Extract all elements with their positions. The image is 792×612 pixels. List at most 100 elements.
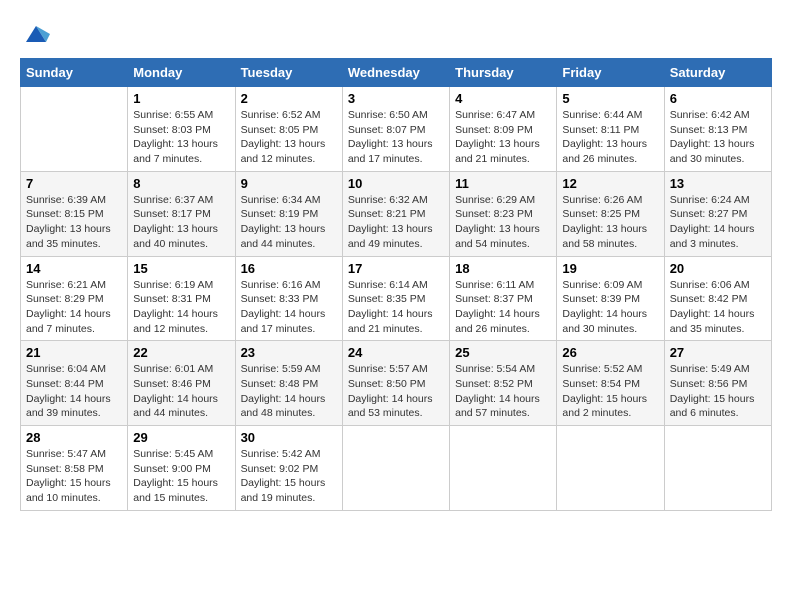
- calendar-cell: 13 Sunrise: 6:24 AM Sunset: 8:27 PM Dayli…: [664, 171, 771, 256]
- logo: [20, 20, 50, 48]
- day-info: Sunrise: 6:26 AM Sunset: 8:25 PM Dayligh…: [562, 193, 658, 252]
- calendar-cell: 8 Sunrise: 6:37 AM Sunset: 8:17 PM Daylig…: [128, 171, 235, 256]
- day-number: 13: [670, 176, 766, 191]
- weekday-header-monday: Monday: [128, 59, 235, 87]
- day-number: 30: [241, 430, 337, 445]
- day-number: 17: [348, 261, 444, 276]
- weekday-header-tuesday: Tuesday: [235, 59, 342, 87]
- day-number: 2: [241, 91, 337, 106]
- calendar-cell: 19 Sunrise: 6:09 AM Sunset: 8:39 PM Dayli…: [557, 256, 664, 341]
- day-info: Sunrise: 6:01 AM Sunset: 8:46 PM Dayligh…: [133, 362, 229, 421]
- day-info: Sunrise: 6:24 AM Sunset: 8:27 PM Dayligh…: [670, 193, 766, 252]
- day-number: 25: [455, 345, 551, 360]
- day-info: Sunrise: 6:21 AM Sunset: 8:29 PM Dayligh…: [26, 278, 122, 337]
- day-info: Sunrise: 6:39 AM Sunset: 8:15 PM Dayligh…: [26, 193, 122, 252]
- day-info: Sunrise: 6:47 AM Sunset: 8:09 PM Dayligh…: [455, 108, 551, 167]
- day-info: Sunrise: 6:52 AM Sunset: 8:05 PM Dayligh…: [241, 108, 337, 167]
- day-number: 22: [133, 345, 229, 360]
- calendar-cell: 20 Sunrise: 6:06 AM Sunset: 8:42 PM Dayli…: [664, 256, 771, 341]
- weekday-header-friday: Friday: [557, 59, 664, 87]
- day-info: Sunrise: 5:49 AM Sunset: 8:56 PM Dayligh…: [670, 362, 766, 421]
- day-number: 23: [241, 345, 337, 360]
- calendar-cell: 26 Sunrise: 5:52 AM Sunset: 8:54 PM Dayli…: [557, 341, 664, 426]
- weekday-header-sunday: Sunday: [21, 59, 128, 87]
- day-info: Sunrise: 6:37 AM Sunset: 8:17 PM Dayligh…: [133, 193, 229, 252]
- day-info: Sunrise: 6:55 AM Sunset: 8:03 PM Dayligh…: [133, 108, 229, 167]
- day-info: Sunrise: 6:04 AM Sunset: 8:44 PM Dayligh…: [26, 362, 122, 421]
- day-number: 10: [348, 176, 444, 191]
- calendar-cell: [21, 87, 128, 172]
- calendar-cell: 5 Sunrise: 6:44 AM Sunset: 8:11 PM Daylig…: [557, 87, 664, 172]
- day-number: 20: [670, 261, 766, 276]
- weekday-header-thursday: Thursday: [450, 59, 557, 87]
- day-number: 19: [562, 261, 658, 276]
- day-info: Sunrise: 6:09 AM Sunset: 8:39 PM Dayligh…: [562, 278, 658, 337]
- day-number: 8: [133, 176, 229, 191]
- day-number: 18: [455, 261, 551, 276]
- day-number: 16: [241, 261, 337, 276]
- calendar-cell: 16Sunrise: 6:16 AM Sunset: 8:33 PM Dayli…: [235, 256, 342, 341]
- day-number: 15: [133, 261, 229, 276]
- day-number: 27: [670, 345, 766, 360]
- day-info: Sunrise: 6:14 AM Sunset: 8:35 PM Dayligh…: [348, 278, 444, 337]
- day-info: Sunrise: 5:52 AM Sunset: 8:54 PM Dayligh…: [562, 362, 658, 421]
- calendar-cell: [342, 426, 449, 511]
- calendar-cell: 11 Sunrise: 6:29 AM Sunset: 8:23 PM Dayli…: [450, 171, 557, 256]
- weekday-header-wednesday: Wednesday: [342, 59, 449, 87]
- calendar-cell: 27 Sunrise: 5:49 AM Sunset: 8:56 PM Dayli…: [664, 341, 771, 426]
- calendar-cell: 9Sunrise: 6:34 AM Sunset: 8:19 PM Daylig…: [235, 171, 342, 256]
- day-number: 5: [562, 91, 658, 106]
- day-info: Sunrise: 5:54 AM Sunset: 8:52 PM Dayligh…: [455, 362, 551, 421]
- calendar-cell: 15 Sunrise: 6:19 AM Sunset: 8:31 PM Dayli…: [128, 256, 235, 341]
- day-info: Sunrise: 6:11 AM Sunset: 8:37 PM Dayligh…: [455, 278, 551, 337]
- day-info: Sunrise: 5:57 AM Sunset: 8:50 PM Dayligh…: [348, 362, 444, 421]
- calendar-cell: 10 Sunrise: 6:32 AM Sunset: 8:21 PM Dayli…: [342, 171, 449, 256]
- calendar-cell: 14 Sunrise: 6:21 AM Sunset: 8:29 PM Dayli…: [21, 256, 128, 341]
- day-number: 6: [670, 91, 766, 106]
- calendar-cell: 3 Sunrise: 6:50 AM Sunset: 8:07 PM Daylig…: [342, 87, 449, 172]
- calendar-cell: [664, 426, 771, 511]
- day-number: 1: [133, 91, 229, 106]
- day-info: Sunrise: 6:50 AM Sunset: 8:07 PM Dayligh…: [348, 108, 444, 167]
- calendar-cell: 18 Sunrise: 6:11 AM Sunset: 8:37 PM Dayli…: [450, 256, 557, 341]
- calendar-cell: 6 Sunrise: 6:42 AM Sunset: 8:13 PM Daylig…: [664, 87, 771, 172]
- day-info: Sunrise: 6:32 AM Sunset: 8:21 PM Dayligh…: [348, 193, 444, 252]
- weekday-header-saturday: Saturday: [664, 59, 771, 87]
- calendar-cell: 25 Sunrise: 5:54 AM Sunset: 8:52 PM Dayli…: [450, 341, 557, 426]
- day-info: Sunrise: 5:59 AM Sunset: 8:48 PM Dayligh…: [241, 362, 337, 421]
- day-number: 29: [133, 430, 229, 445]
- calendar-cell: 7 Sunrise: 6:39 AM Sunset: 8:15 PM Daylig…: [21, 171, 128, 256]
- calendar-cell: 17 Sunrise: 6:14 AM Sunset: 8:35 PM Dayli…: [342, 256, 449, 341]
- day-number: 14: [26, 261, 122, 276]
- day-number: 12: [562, 176, 658, 191]
- calendar-cell: [557, 426, 664, 511]
- day-number: 24: [348, 345, 444, 360]
- calendar-cell: 24 Sunrise: 5:57 AM Sunset: 8:50 PM Dayli…: [342, 341, 449, 426]
- calendar-cell: 30 Sunrise: 5:42 AM Sunset: 9:02 PM Dayli…: [235, 426, 342, 511]
- day-number: 7: [26, 176, 122, 191]
- day-info: Sunrise: 5:47 AM Sunset: 8:58 PM Dayligh…: [26, 447, 122, 506]
- calendar-cell: 2 Sunrise: 6:52 AM Sunset: 8:05 PM Daylig…: [235, 87, 342, 172]
- day-info: Sunrise: 6:19 AM Sunset: 8:31 PM Dayligh…: [133, 278, 229, 337]
- day-info: Sunrise: 6:29 AM Sunset: 8:23 PM Dayligh…: [455, 193, 551, 252]
- day-number: 11: [455, 176, 551, 191]
- calendar-cell: 4 Sunrise: 6:47 AM Sunset: 8:09 PM Daylig…: [450, 87, 557, 172]
- calendar-table: SundayMondayTuesdayWednesdayThursdayFrid…: [20, 58, 772, 511]
- day-info: Sunrise: 6:34 AM Sunset: 8:19 PM Dayligh…: [241, 193, 337, 252]
- day-info: Sunrise: 6:42 AM Sunset: 8:13 PM Dayligh…: [670, 108, 766, 167]
- calendar-cell: 12 Sunrise: 6:26 AM Sunset: 8:25 PM Dayli…: [557, 171, 664, 256]
- page-header: [20, 20, 772, 48]
- calendar-cell: 29 Sunrise: 5:45 AM Sunset: 9:00 PM Dayli…: [128, 426, 235, 511]
- calendar-cell: 23 Sunrise: 5:59 AM Sunset: 8:48 PM Dayli…: [235, 341, 342, 426]
- day-info: Sunrise: 5:42 AM Sunset: 9:02 PM Dayligh…: [241, 447, 337, 506]
- calendar-cell: 1 Sunrise: 6:55 AM Sunset: 8:03 PM Daylig…: [128, 87, 235, 172]
- day-number: 26: [562, 345, 658, 360]
- day-info: Sunrise: 5:45 AM Sunset: 9:00 PM Dayligh…: [133, 447, 229, 506]
- calendar-cell: 21Sunrise: 6:04 AM Sunset: 8:44 PM Dayli…: [21, 341, 128, 426]
- day-number: 3: [348, 91, 444, 106]
- day-info: Sunrise: 6:06 AM Sunset: 8:42 PM Dayligh…: [670, 278, 766, 337]
- day-number: 4: [455, 91, 551, 106]
- day-info: Sunrise: 6:44 AM Sunset: 8:11 PM Dayligh…: [562, 108, 658, 167]
- day-number: 28: [26, 430, 122, 445]
- calendar-cell: [450, 426, 557, 511]
